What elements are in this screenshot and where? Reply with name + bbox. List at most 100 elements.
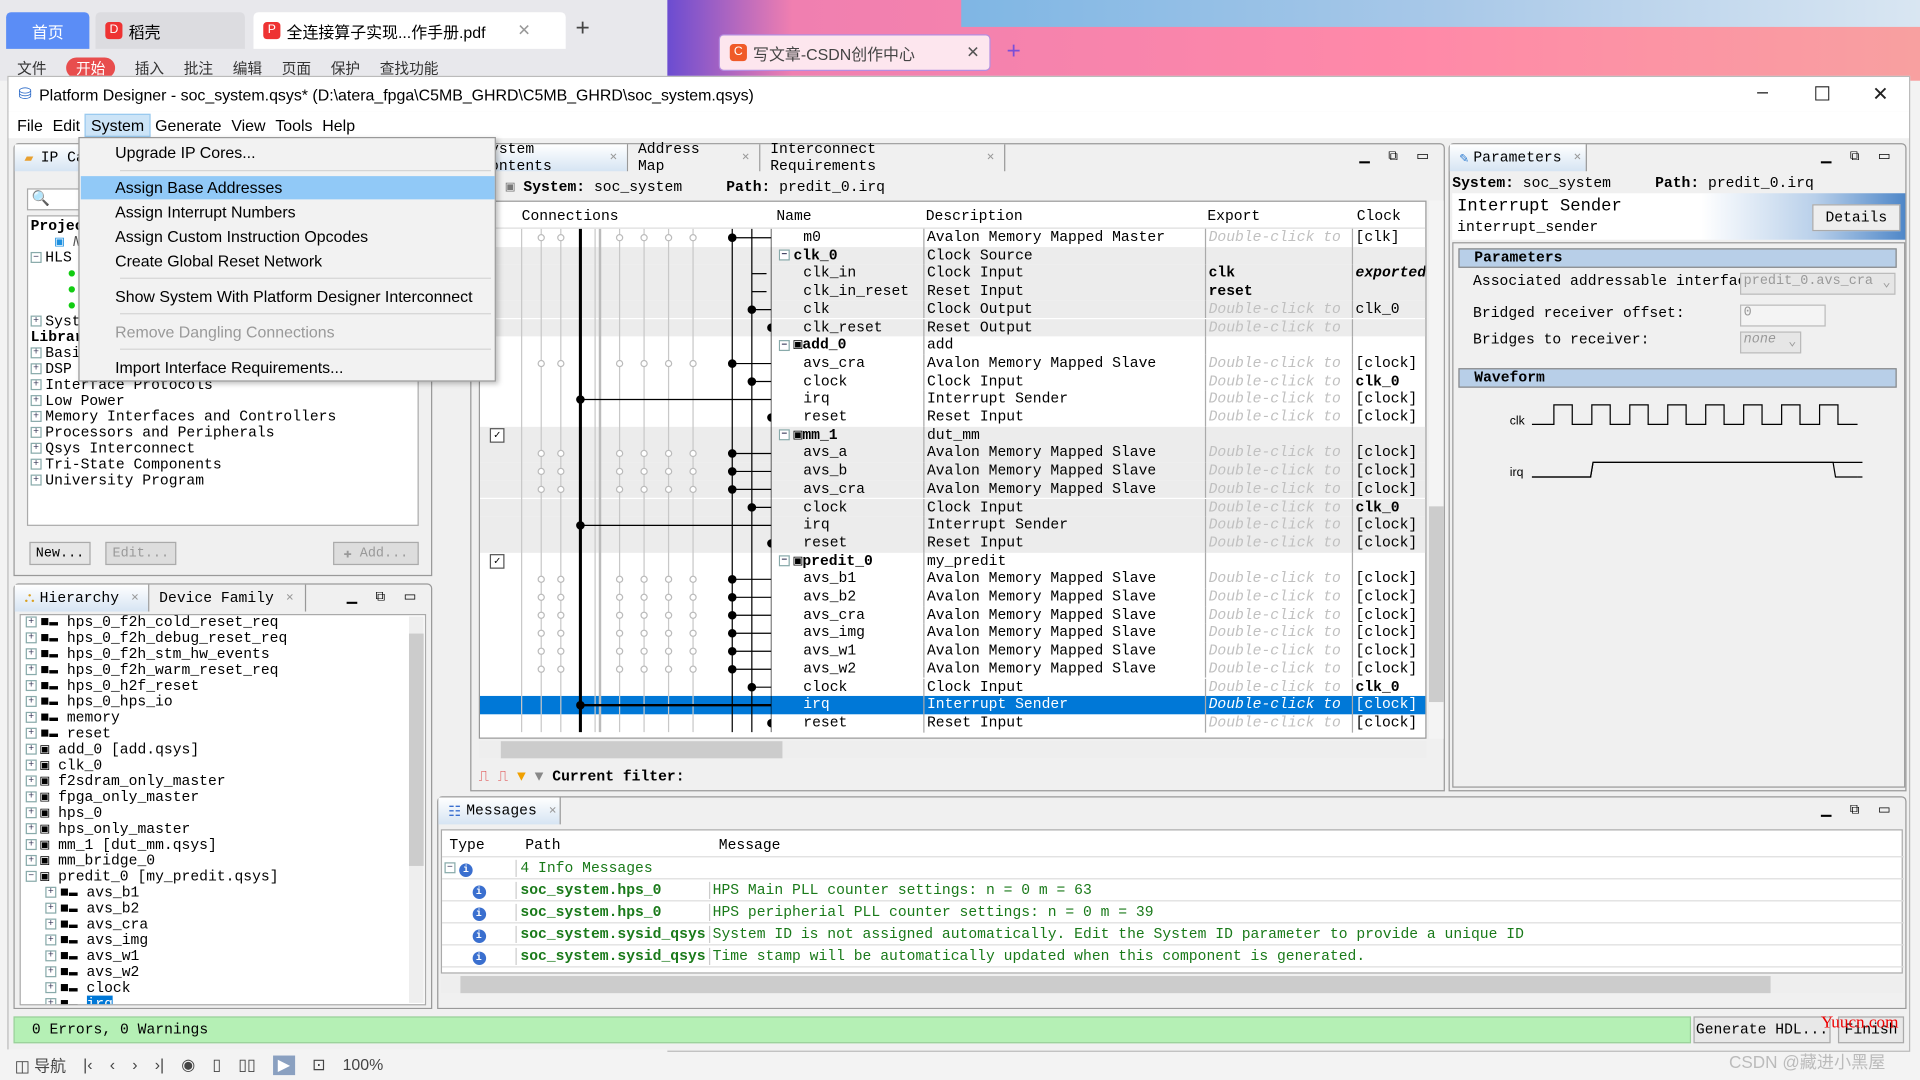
expand-icon[interactable]: + [25, 728, 37, 740]
potential-connection[interactable] [664, 359, 673, 368]
library-item[interactable]: + Tri-State Components [30, 457, 415, 473]
expand-icon[interactable]: + [25, 696, 37, 708]
column-type[interactable]: Type [449, 837, 484, 854]
expand-icon[interactable]: + [25, 855, 37, 867]
panel-controls[interactable]: ▁ ⧉ ▭ [1821, 801, 1898, 818]
potential-connection[interactable] [557, 629, 565, 637]
potential-connection[interactable] [557, 449, 565, 458]
tab-pdf[interactable]: P 全连接算子实现...作手册.pdf ✕ [253, 12, 566, 49]
potential-connection[interactable] [615, 449, 624, 458]
column-description[interactable]: Description [926, 208, 1023, 225]
potential-connection[interactable] [689, 629, 697, 637]
potential-connection[interactable] [537, 665, 545, 673]
menu-help[interactable]: Help [317, 114, 360, 135]
menu-tools[interactable]: Tools [270, 114, 317, 135]
clock-cell[interactable]: [clock] [1351, 696, 1425, 715]
close-icon[interactable]: ✕ [610, 150, 617, 165]
potential-connection[interactable] [537, 234, 545, 242]
potential-connection[interactable] [615, 575, 624, 583]
hierarchy-item[interactable]: + ■▬ reset [25, 726, 425, 743]
export-cell[interactable]: reset [1204, 282, 1349, 301]
column-export[interactable]: Export [1207, 208, 1260, 225]
export-cell[interactable]: Double-click to [1204, 714, 1349, 733]
tab-interconnect-requirements[interactable]: Interconnect Requirements ✕ [760, 141, 1006, 175]
connection-dot[interactable] [767, 413, 772, 422]
export-cell[interactable]: Double-click to [1204, 498, 1349, 517]
close-icon[interactable]: ✕ [742, 150, 749, 165]
zoom-value[interactable]: 100% [343, 1056, 384, 1074]
expand-icon[interactable]: + [25, 744, 37, 756]
clock-cell[interactable] [1351, 282, 1425, 301]
tab-parameters[interactable]: ✎ Parameters ✕ [1449, 144, 1587, 172]
hierarchy-item[interactable]: + ■▬ hps_0_hps_io [25, 694, 425, 711]
expand-icon[interactable]: + [25, 616, 37, 628]
associated-interface-select[interactable]: predit_0.avs_cra ⌄ [1740, 272, 1896, 295]
column-clock[interactable]: Clock [1357, 208, 1401, 225]
scroll-thumb[interactable] [1428, 506, 1444, 703]
potential-connection[interactable] [689, 485, 697, 494]
menu-file[interactable]: File [12, 114, 47, 135]
connection-dot[interactable] [727, 646, 737, 656]
export-cell[interactable]: Double-click to [1204, 390, 1349, 409]
potential-connection[interactable] [557, 234, 565, 242]
export-cell[interactable]: Double-click to [1204, 534, 1349, 553]
hierarchy-scrollbar[interactable] [408, 616, 424, 1003]
menu-view[interactable]: View [226, 114, 270, 135]
hierarchy-item[interactable]: + ■▬ hps_0_f2h_debug_reset_req [25, 631, 425, 647]
minimize-icon[interactable]: – [1757, 82, 1768, 104]
export-cell[interactable]: Double-click to [1204, 462, 1349, 481]
library-item[interactable]: + University Program [30, 473, 415, 489]
potential-connection[interactable] [615, 665, 624, 673]
clock-cell[interactable]: clk_0 [1351, 678, 1425, 697]
potential-connection[interactable] [640, 485, 648, 494]
panel-controls[interactable]: ▁ ⧉ ▭ [347, 588, 424, 605]
clock-cell[interactable]: [clock] [1351, 354, 1425, 373]
potential-connection[interactable] [557, 611, 565, 619]
export-cell[interactable]: Double-click to [1204, 606, 1349, 625]
menu-item-assign-interrupt-numbers[interactable]: Assign Interrupt Numbers [81, 201, 495, 224]
clock-cell[interactable]: [clock] [1351, 408, 1425, 427]
scroll-thumb[interactable] [408, 633, 424, 866]
expand-icon[interactable]: − [25, 871, 37, 883]
column-message[interactable]: Message [719, 837, 781, 854]
eye-icon[interactable]: ◉ [181, 1055, 195, 1075]
menu-system[interactable]: System [84, 113, 151, 137]
filter-signal-icon[interactable]: ⎍ ⎍ [479, 768, 508, 785]
tab-address-map[interactable]: Address Map ✕ [628, 141, 761, 175]
clock-cell[interactable]: [clock] [1351, 570, 1425, 589]
menu-item-assign-base-addresses[interactable]: Assign Base Addresses [80, 176, 495, 200]
column-path[interactable]: Path [525, 837, 560, 854]
potential-connection[interactable] [689, 467, 697, 476]
export-cell[interactable] [1204, 336, 1349, 355]
export-cell[interactable]: Double-click to [1204, 228, 1349, 247]
close-icon[interactable]: ✕ [549, 804, 556, 818]
export-cell[interactable]: Double-click to [1204, 318, 1349, 337]
potential-connection[interactable] [689, 359, 697, 368]
hierarchy-item[interactable]: + ■▬ avs_img [26, 933, 425, 949]
clock-cell[interactable]: [clock] [1351, 534, 1425, 553]
hierarchy-item[interactable]: + ■▬ hps_0_f2h_warm_reset_req [25, 662, 425, 679]
library-item[interactable]: + Qsys Interconnect [30, 441, 415, 458]
potential-connection[interactable] [557, 467, 565, 476]
close-icon[interactable]: ✕ [131, 591, 138, 605]
potential-connection[interactable] [640, 575, 648, 583]
export-cell[interactable] [1204, 552, 1349, 571]
expand-icon[interactable]: + [45, 982, 57, 994]
potential-connection[interactable] [664, 629, 673, 637]
expand-icon[interactable]: + [25, 823, 37, 835]
connection-dot[interactable] [727, 467, 737, 476]
hierarchy-item[interactable]: + ■▬ clock [26, 980, 425, 997]
message-row[interactable]: i soc_system.hps_0 HPS peripherial PLL cou… [442, 901, 1905, 924]
export-cell[interactable]: Double-click to [1204, 642, 1349, 661]
new-tab-icon[interactable]: + [576, 15, 590, 43]
hierarchy-item[interactable]: + ■▬ avs_b2 [26, 901, 425, 917]
library-item[interactable]: + Low Power [30, 393, 415, 410]
column-connections[interactable]: Connections [522, 208, 619, 225]
expand-icon[interactable]: + [45, 950, 57, 962]
clock-cell[interactable]: [clock] [1351, 660, 1425, 679]
enable-checkbox[interactable]: ✓ [489, 553, 505, 569]
potential-connection[interactable] [664, 467, 673, 476]
single-page-icon[interactable]: ▯ [212, 1055, 221, 1075]
connection-dot[interactable] [747, 682, 757, 692]
expand-icon[interactable]: + [45, 966, 57, 978]
